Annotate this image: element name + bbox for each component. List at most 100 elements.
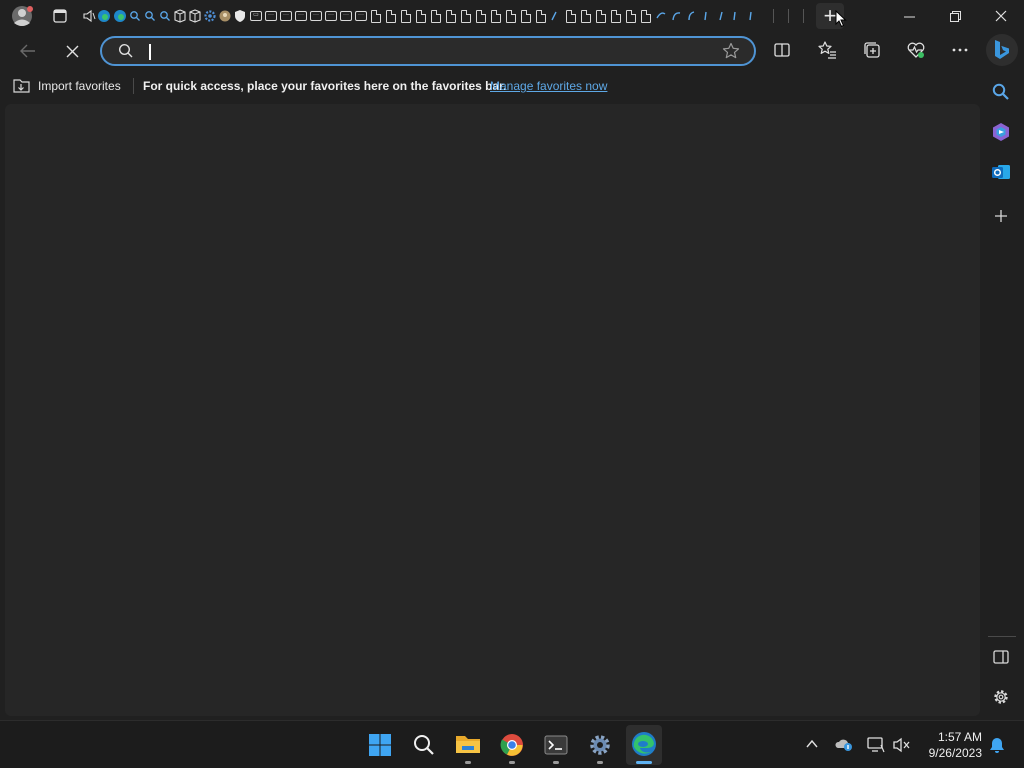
tab-document-icon[interactable] — [639, 8, 653, 24]
sidebar-add-button[interactable] — [991, 206, 1011, 226]
tab-loading-icon[interactable] — [714, 8, 728, 24]
tab-page-icon[interactable]: ··· — [264, 8, 278, 24]
address-bar[interactable] — [100, 36, 756, 66]
restore-button[interactable] — [934, 0, 976, 32]
tab-loading-icon[interactable] — [654, 8, 668, 24]
sidebar-search-button[interactable] — [991, 82, 1011, 102]
settings-app-button[interactable] — [588, 733, 612, 757]
terminal-button[interactable] — [544, 733, 568, 757]
tab-document-icon[interactable] — [384, 8, 398, 24]
tab-document-icon[interactable] — [594, 8, 608, 24]
address-input[interactable] — [150, 40, 710, 64]
tab-document-icon[interactable] — [504, 8, 518, 24]
tab-loading-icon[interactable] — [669, 8, 683, 24]
manage-favorites-link[interactable]: Manage favorites now — [490, 79, 607, 93]
search-icon — [414, 735, 434, 755]
favorites-button[interactable] — [817, 40, 837, 60]
tab-document-icon[interactable] — [519, 8, 533, 24]
import-icon — [13, 79, 30, 93]
tab-document-icon[interactable] — [564, 8, 578, 24]
tab-edge-icon[interactable] — [97, 8, 111, 24]
tab-loading-icon[interactable] — [549, 8, 563, 24]
tab-strip: ▭ ··· ··· ··· ··· ··· ··· ··· + — [0, 0, 1024, 32]
onedrive-tray-icon[interactable] — [834, 736, 854, 752]
notifications-button[interactable] — [988, 736, 1006, 754]
tab-document-icon[interactable] — [534, 8, 548, 24]
tab-document-icon[interactable] — [399, 8, 413, 24]
tab-actions-icon[interactable] — [52, 8, 68, 24]
tab-search-icon[interactable] — [143, 8, 157, 24]
running-indicator — [509, 761, 515, 764]
tab-page-icon[interactable]: ▭ — [249, 8, 263, 24]
chrome-button[interactable] — [500, 733, 524, 757]
tab-search-icon[interactable] — [158, 8, 172, 24]
tab-document-icon[interactable] — [474, 8, 488, 24]
tab-document-icon[interactable] — [489, 8, 503, 24]
stop-loading-button[interactable] — [58, 38, 86, 64]
tab-document-icon[interactable] — [429, 8, 443, 24]
mouse-cursor — [835, 10, 847, 28]
hide-sidebar-button[interactable] — [992, 648, 1010, 666]
tab-document-icon[interactable] — [444, 8, 458, 24]
clock[interactable]: 1:57 AM 9/26/2023 — [916, 729, 982, 761]
tab-app-icon[interactable] — [188, 8, 202, 24]
tab-loading-icon[interactable] — [729, 8, 743, 24]
tab-edge-icon[interactable] — [113, 8, 127, 24]
tab-document-icon[interactable] — [579, 8, 593, 24]
tab-document-icon[interactable] — [609, 8, 623, 24]
tab-loading-icon[interactable] — [699, 8, 713, 24]
outlook-icon — [992, 165, 1010, 179]
tab-page-icon[interactable]: ··· — [279, 8, 293, 24]
taskbar-search-button[interactable] — [412, 733, 436, 757]
browser-essentials-button[interactable] — [906, 40, 926, 60]
windows-taskbar: 1:57 AM 9/26/2023 — [0, 720, 1024, 768]
more-dots-icon — [952, 48, 968, 52]
tab-page-icon[interactable]: ··· — [294, 8, 308, 24]
navigation-bar — [0, 32, 1024, 70]
tab-document-icon[interactable] — [414, 8, 428, 24]
page-content-area[interactable] — [5, 104, 980, 716]
profile-avatar[interactable] — [10, 5, 34, 27]
gear-icon — [590, 735, 610, 755]
tab-gear-icon[interactable] — [203, 8, 217, 24]
search-icon — [118, 43, 134, 59]
collections-button[interactable] — [862, 40, 882, 60]
tab-app-icon[interactable] — [173, 8, 187, 24]
add-favorite-star-icon[interactable] — [722, 42, 740, 60]
text-caret — [149, 44, 151, 60]
minimize-button[interactable] — [888, 0, 930, 32]
tab-search-icon[interactable] — [128, 8, 142, 24]
volume-muted-tray-icon[interactable] — [892, 736, 912, 754]
tab-page-icon[interactable]: ··· — [339, 8, 353, 24]
back-button[interactable] — [14, 38, 42, 64]
sidebar-settings-button[interactable] — [992, 688, 1010, 706]
tab-page-icon[interactable]: ··· — [324, 8, 338, 24]
sidebar-copilot-button[interactable] — [991, 122, 1011, 142]
tab-app-icon[interactable] — [218, 8, 232, 24]
running-indicator — [597, 761, 603, 764]
edge-taskbar-button[interactable] — [626, 725, 662, 765]
split-screen-button[interactable] — [772, 40, 792, 60]
tab-audio-icon[interactable] — [82, 8, 96, 24]
tab-document-icon[interactable] — [369, 8, 383, 24]
terminal-icon — [544, 735, 568, 755]
start-button[interactable] — [368, 733, 392, 757]
sidebar-outlook-button[interactable] — [991, 162, 1011, 182]
close-icon — [995, 10, 1007, 22]
bing-chat-button[interactable] — [986, 34, 1018, 66]
back-arrow-icon — [20, 44, 35, 58]
tab-shield-icon[interactable] — [233, 8, 247, 24]
tab-document-icon[interactable] — [624, 8, 638, 24]
network-tray-icon[interactable] — [866, 736, 886, 754]
show-hidden-icons-button[interactable] — [806, 739, 818, 749]
tab-document-icon[interactable] — [459, 8, 473, 24]
file-explorer-button[interactable] — [455, 732, 481, 756]
bell-icon — [990, 738, 1004, 753]
settings-and-more-button[interactable] — [950, 40, 970, 60]
import-favorites-button[interactable]: Import favorites — [12, 77, 121, 95]
close-window-button[interactable] — [980, 0, 1022, 32]
tab-page-icon[interactable]: ··· — [354, 8, 368, 24]
tab-page-icon[interactable]: ··· — [309, 8, 323, 24]
tab-loading-icon[interactable] — [684, 8, 698, 24]
tab-loading-icon[interactable] — [744, 8, 758, 24]
